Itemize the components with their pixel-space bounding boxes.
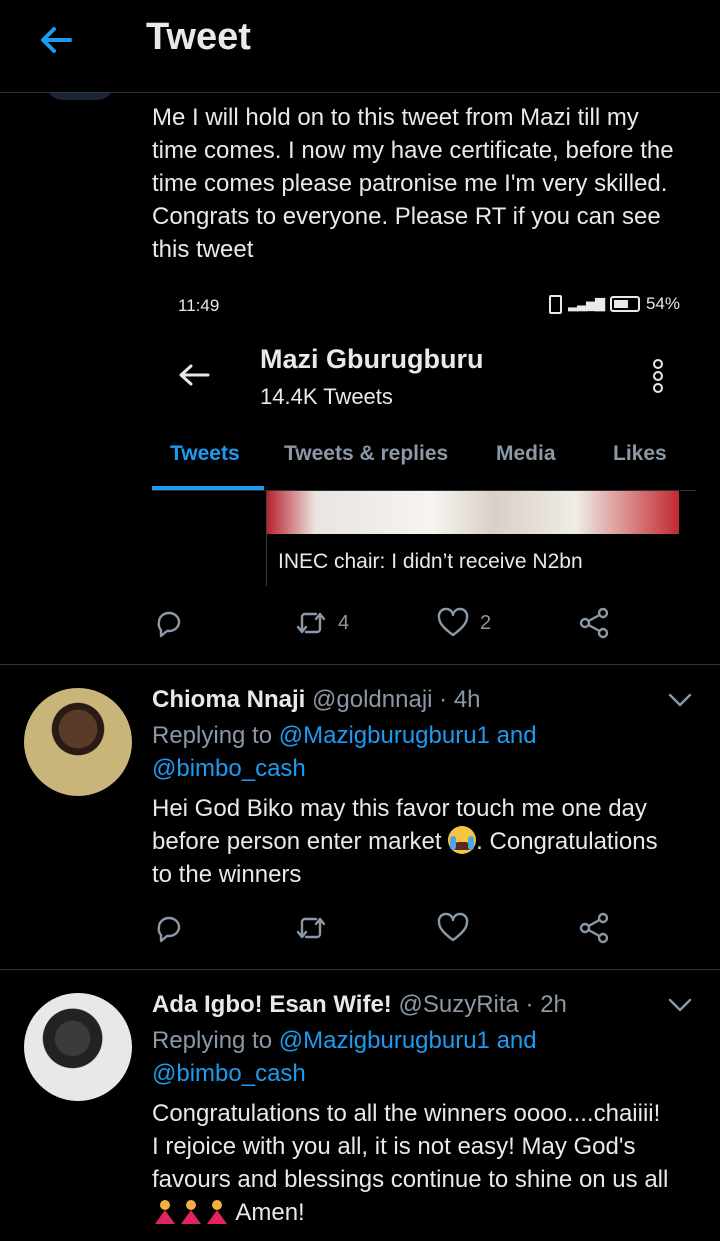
like-count: 2 [480, 611, 492, 634]
user-handle[interactable]: @SuzyRita [398, 991, 518, 1018]
chevron-down-icon[interactable] [668, 997, 692, 1013]
tweet-text-line: favours and blessings continue to shine … [152, 1166, 669, 1193]
tweet-text-line: time comes. I now my have certificate, b… [152, 137, 674, 164]
tweet-text-segment: before person enter market [152, 828, 442, 855]
tweet-text-line: before person enter market . Congratulat… [152, 825, 702, 858]
retweet-button[interactable] [294, 911, 328, 945]
tweet-text-segment: Amen! [235, 1199, 305, 1226]
news-card-caption: INEC chair: I didn’t receive N2bn [278, 550, 583, 573]
phone-icon [548, 294, 562, 314]
mention-link[interactable]: @bimbo_cash [152, 1060, 306, 1087]
tweet-actions: 4 2 [152, 606, 672, 646]
reply-header: Ada Igbo! Esan Wife! @SuzyRita · 2h [152, 991, 567, 1019]
tweet-text-line: Me I will hold on to this tweet from Maz… [152, 104, 639, 131]
mention-link[interactable]: @Mazigburugburu1 [279, 1027, 490, 1054]
reply-icon [157, 611, 181, 638]
dancer-icon [152, 1198, 178, 1226]
replying-and[interactable]: and [497, 1027, 537, 1054]
more-options-icon [653, 359, 663, 393]
replying-to: Replying to @Mazigburugburu1 and @bimbo_… [152, 719, 672, 785]
replying-prefix: Replying to [152, 722, 273, 749]
profile-name: Mazi Gburugburu [260, 344, 484, 374]
reply-button[interactable] [152, 606, 186, 640]
chevron-down-icon[interactable] [668, 692, 692, 708]
reply-header: Chioma Nnaji @goldnnaji · 4h [152, 686, 481, 714]
tweet-text-line: to the winners [152, 861, 302, 888]
replying-to: Replying to @Mazigburugburu1 and @bimbo_… [152, 1024, 672, 1090]
mention-link[interactable]: @bimbo_cash [152, 755, 306, 782]
share-button[interactable] [577, 911, 611, 945]
retweet-icon [296, 612, 326, 634]
tab-likes: Likes [613, 442, 667, 465]
back-arrow-icon[interactable] [36, 20, 76, 60]
battery-percent: 54% [645, 294, 680, 313]
divider [0, 664, 720, 665]
profile-tabs: Tweets Tweets & replies Media Likes [152, 432, 696, 491]
tweet-text-line: I rejoice with you all, it is not easy! … [152, 1133, 636, 1160]
battery-icon [609, 296, 640, 312]
display-name[interactable]: Chioma Nnaji [152, 686, 305, 713]
dancer-icon [178, 1198, 204, 1226]
tweet-time: · 4h [439, 686, 481, 713]
replying-and[interactable]: and [497, 722, 537, 749]
display-name[interactable]: Ada Igbo! Esan Wife! [152, 991, 392, 1018]
retweet-button[interactable]: 4 [294, 606, 349, 640]
share-icon [579, 607, 609, 639]
tab-media: Media [496, 442, 556, 465]
avatar[interactable] [24, 993, 132, 1101]
tab-tweets-replies: Tweets & replies [284, 442, 449, 465]
tweet-detail-page: Tweet Me I will hold on to this tweet fr… [0, 0, 720, 1241]
tweet-text-line: this tweet [152, 236, 254, 263]
retweet-count: 4 [338, 611, 350, 634]
replying-prefix: Replying to [152, 1027, 273, 1054]
tweet-time: · 2h [525, 991, 567, 1018]
heart-icon [437, 912, 469, 942]
reply-button[interactable] [152, 911, 186, 945]
attached-screenshot[interactable]: 11:49 ▂▃▅▇ 54% Mazi Gburugburu 14.4K Twe… [152, 282, 696, 586]
reply-icon [157, 916, 181, 943]
tweet-text-line: Congratulations to all the winners oooo.… [152, 1100, 661, 1127]
tweet-text-line: time comes please patronise me I'm very … [152, 170, 668, 197]
divider [0, 969, 720, 970]
tweet-text-segment: . Congratulations [476, 828, 658, 855]
share-button[interactable] [577, 606, 611, 640]
signal-icon: ▂▃▅▇ [567, 296, 605, 311]
like-button[interactable] [436, 911, 470, 945]
top-app-bar: Tweet [0, 0, 720, 93]
tweet-count: 14.4K Tweets [260, 384, 393, 409]
heart-icon [437, 607, 469, 637]
user-handle[interactable]: @goldnnaji [312, 686, 432, 713]
tweet-text-line: Congrats to everyone. Please RT if you c… [152, 203, 661, 230]
page-title: Tweet [146, 16, 251, 58]
back-arrow-icon [179, 364, 210, 386]
avatar[interactable] [24, 688, 132, 796]
status-icons: ▂▃▅▇ 54% [548, 294, 680, 314]
like-button[interactable]: 2 [436, 606, 491, 640]
tweet-body: Me I will hold on to this tweet from Maz… [152, 101, 702, 266]
reply-body: Hei God Biko may this favor touch me one… [152, 792, 702, 891]
share-icon [579, 912, 609, 944]
tweet-text-line: Amen! [152, 1196, 702, 1229]
status-time: 11:49 [178, 296, 220, 315]
retweet-icon [296, 917, 326, 939]
tweet-text-line: Hei God Biko may this favor touch me one… [152, 795, 647, 822]
mention-link[interactable]: @Mazigburugburu1 [279, 722, 490, 749]
reply-body: Congratulations to all the winners oooo.… [152, 1097, 702, 1229]
tweet-actions [152, 911, 672, 951]
crying-face-icon [448, 826, 477, 854]
dancer-icon [204, 1198, 230, 1226]
active-tab-indicator [152, 486, 264, 490]
tab-tweets: Tweets [170, 442, 240, 465]
